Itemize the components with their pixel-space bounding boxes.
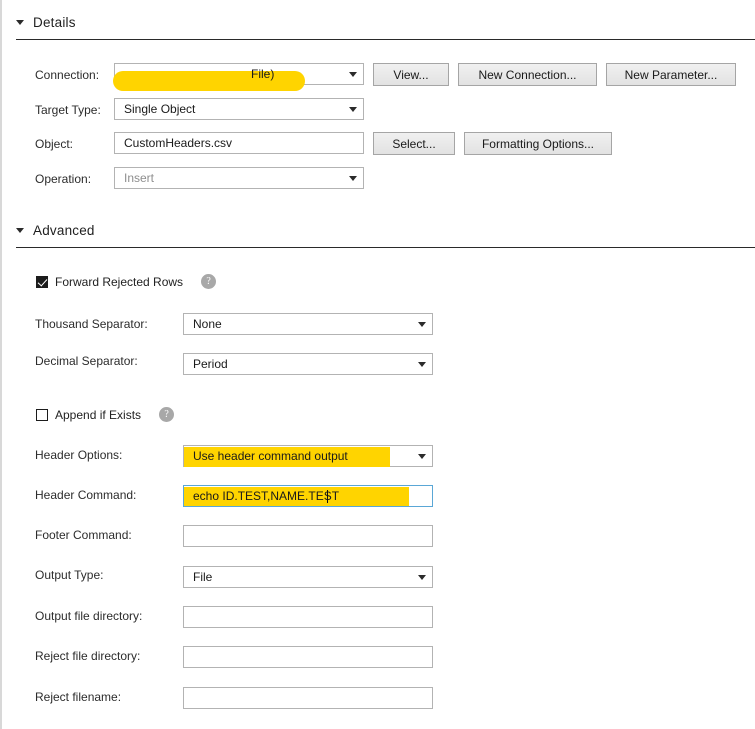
chevron-down-icon[interactable]: [418, 574, 426, 580]
label-connection: Connection:: [35, 68, 100, 82]
section-header-advanced[interactable]: Advanced: [16, 223, 95, 238]
section-title-details: Details: [33, 15, 76, 30]
section-header-details[interactable]: Details: [16, 15, 76, 30]
label-header-options: Header Options:: [35, 448, 123, 462]
chevron-down-icon[interactable]: [418, 321, 426, 327]
connection-dropdown[interactable]: File): [113, 63, 364, 91]
chevron-down-icon[interactable]: [418, 361, 426, 367]
new-parameter-button[interactable]: New Parameter...: [606, 63, 736, 86]
chevron-down-icon[interactable]: [349, 175, 357, 181]
forward-rejected-rows-checkbox[interactable]: [36, 275, 48, 288]
view-button[interactable]: View...: [373, 63, 449, 86]
label-object: Object:: [35, 137, 74, 151]
label-header-command: Header Command:: [35, 488, 137, 502]
section-divider-details: [16, 39, 755, 40]
footer-command-input[interactable]: [183, 525, 433, 547]
reject-filename-input[interactable]: [183, 687, 433, 709]
thousand-separator-dropdown[interactable]: None: [183, 313, 433, 335]
forward-rejected-rows-label: Forward Rejected Rows: [55, 274, 184, 289]
help-icon-forward-rejected-rows[interactable]: ?: [201, 274, 217, 289]
output-file-directory-input[interactable]: [183, 606, 433, 628]
label-output-file-directory: Output file directory:: [35, 609, 143, 623]
object-input[interactable]: CustomHeaders.csv: [114, 132, 364, 154]
chevron-down-icon[interactable]: [418, 453, 426, 459]
header-command-value: echo ID.TEST,NAME.TEST: [193, 489, 340, 503]
label-footer-command: Footer Command:: [35, 528, 132, 542]
label-reject-filename: Reject filename:: [35, 690, 122, 704]
output-type-dropdown[interactable]: File: [183, 566, 433, 588]
target-type-dropdown[interactable]: Single Object: [114, 98, 364, 120]
header-command-input[interactable]: echo ID.TEST,NAME.TEST: [183, 485, 433, 507]
label-decimal-separator: Decimal Separator:: [35, 354, 138, 368]
operation-dropdown[interactable]: Insert: [114, 167, 364, 189]
new-connection-button[interactable]: New Connection...: [458, 63, 597, 86]
reject-file-directory-input[interactable]: [183, 646, 433, 668]
help-icon-append-if-exists[interactable]: ?: [159, 407, 175, 422]
chevron-down-icon[interactable]: [349, 106, 357, 112]
select-button[interactable]: Select...: [373, 132, 455, 155]
decimal-separator-dropdown[interactable]: Period: [183, 353, 433, 375]
properties-panel: Details Connection: File) View... New Co…: [0, 0, 755, 729]
forward-rejected-rows-row[interactable]: Forward Rejected Rows ?: [36, 274, 217, 289]
section-title-advanced: Advanced: [33, 223, 95, 238]
append-if-exists-row[interactable]: Append if Exists ?: [36, 407, 175, 422]
label-target-type: Target Type:: [35, 103, 101, 117]
header-options-dropdown[interactable]: Use header command output: [183, 445, 433, 467]
chevron-down-icon[interactable]: [349, 71, 357, 77]
append-if-exists-checkbox[interactable]: [36, 408, 48, 421]
text-cursor: [327, 490, 328, 503]
chevron-down-icon[interactable]: [16, 20, 24, 25]
label-output-type: Output Type:: [35, 568, 104, 582]
label-thousand-separator: Thousand Separator:: [35, 317, 148, 331]
formatting-options-button[interactable]: Formatting Options...: [464, 132, 612, 155]
section-divider-advanced: [16, 247, 755, 248]
chevron-down-icon[interactable]: [16, 228, 24, 233]
label-operation: Operation:: [35, 172, 92, 186]
label-reject-file-directory: Reject file directory:: [35, 649, 141, 663]
append-if-exists-label: Append if Exists: [55, 407, 142, 422]
